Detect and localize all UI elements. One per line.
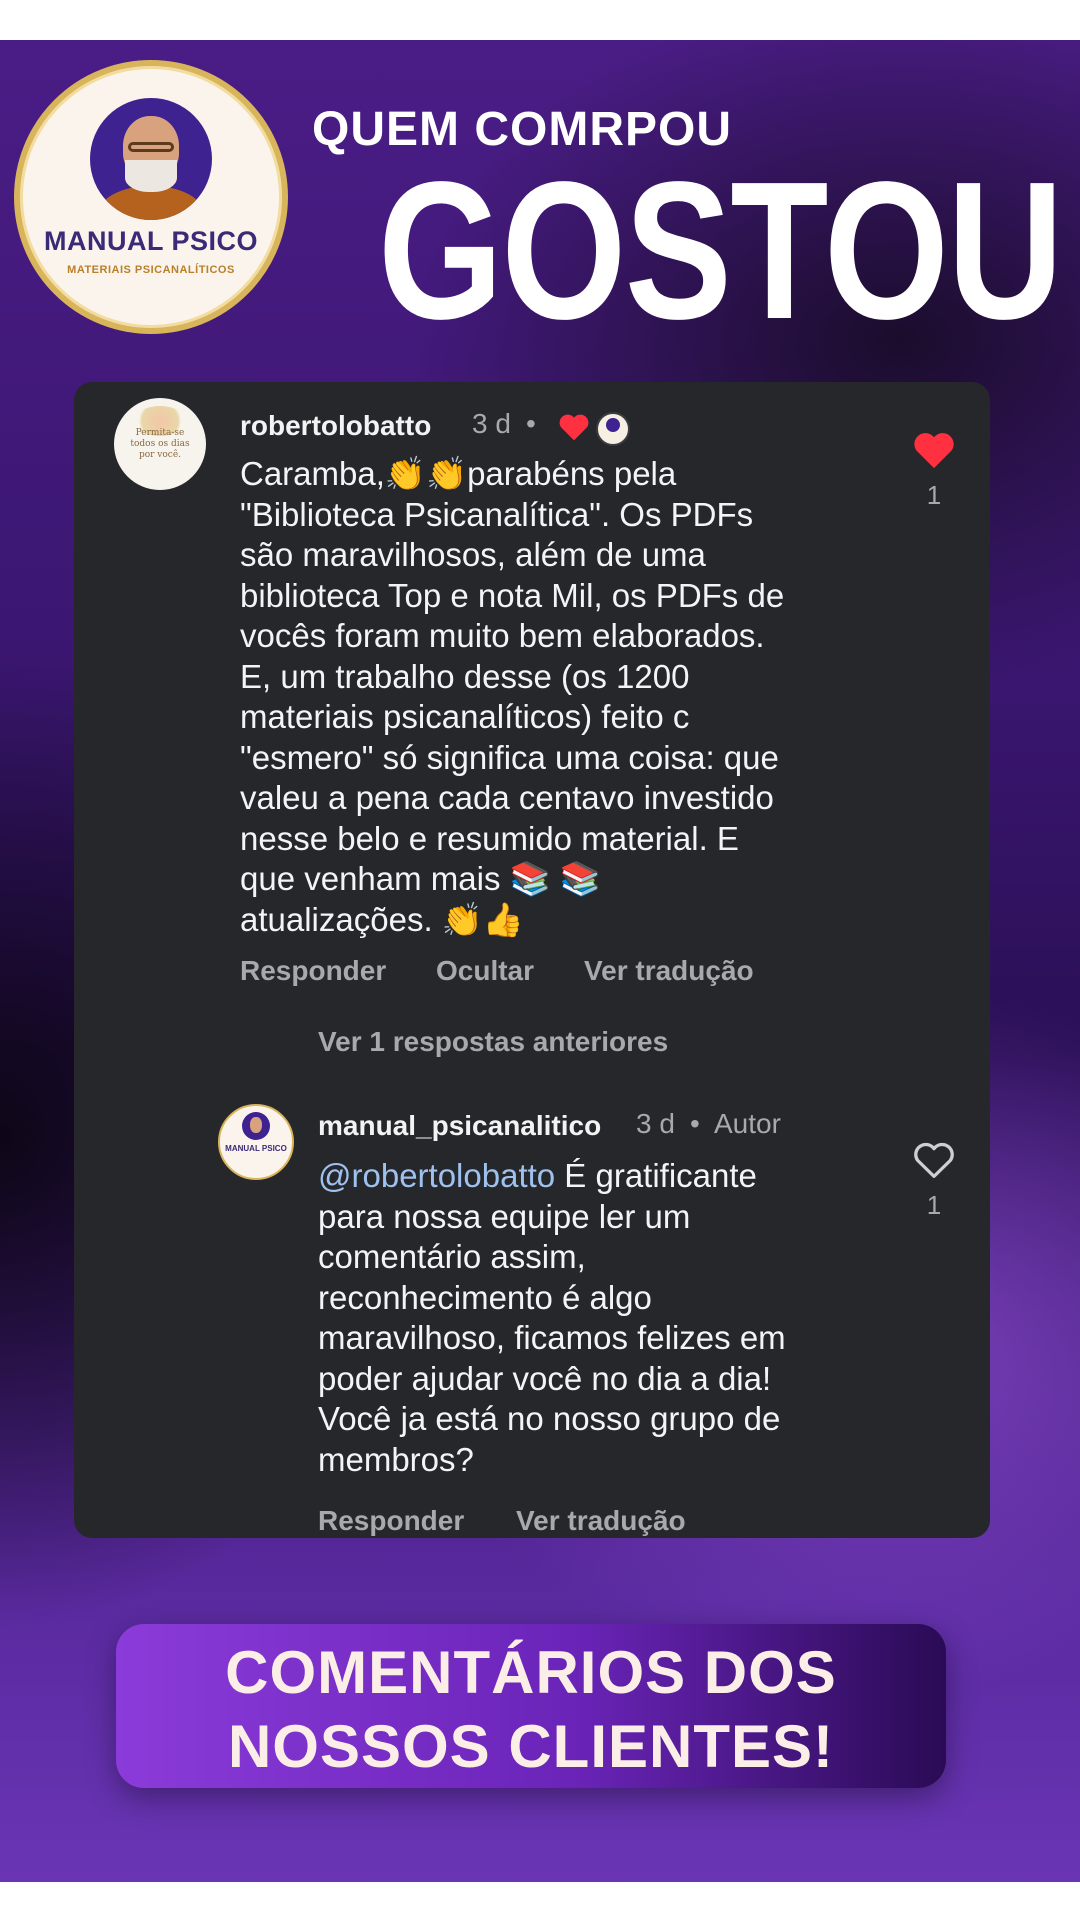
reply-like-count: 1	[926, 1190, 942, 1220]
cta-banner: COMENTÁRIOS DOS NOSSOS CLIENTES!	[116, 1624, 946, 1788]
freud-portrait-icon	[90, 98, 212, 220]
avatar-text: MANUAL PSICO	[225, 1144, 287, 1153]
reply-text: @robertolobatto É gratificante para noss…	[318, 1156, 878, 1480]
comment-like-heart-icon[interactable]	[912, 430, 956, 470]
reply-time: 3 d	[636, 1108, 675, 1139]
meta-separator: •	[690, 1108, 700, 1139]
commenter-avatar[interactable]: Permita-se todos os dias por você.	[114, 398, 206, 490]
reply-see-translation-button[interactable]: Ver tradução	[516, 1505, 686, 1537]
logo-subtitle: MATERIAIS PSICANALÍTICOS	[67, 264, 235, 276]
reply-button[interactable]: Responder	[240, 955, 386, 987]
see-translation-button[interactable]: Ver tradução	[584, 955, 754, 987]
comment-card: Permita-se todos os dias por você. rober…	[74, 382, 990, 1538]
author-mini-avatar	[596, 412, 630, 446]
avatar-text: Permita-se todos os dias por você.	[130, 428, 190, 460]
reply-like-heart-icon[interactable]	[912, 1140, 956, 1180]
hide-button[interactable]: Ocultar	[436, 955, 534, 987]
brand-logo: MANUAL PSICO MATERIAIS PSICANALÍTICOS	[14, 60, 288, 334]
meta-separator: •	[526, 408, 536, 439]
banner-line1: COMENTÁRIOS DOS	[225, 1639, 837, 1706]
author-liked-heart-icon	[559, 414, 589, 441]
promo-poster: MANUAL PSICO MATERIAIS PSICANALÍTICOS QU…	[0, 40, 1080, 1882]
headline-line2: GOSTOU	[378, 141, 1063, 360]
reply-username[interactable]: manual_psicanalitico	[318, 1110, 601, 1142]
comment-time: 3 d	[472, 408, 511, 439]
commenter-username[interactable]: robertolobatto	[240, 410, 431, 442]
logo-brand-name: MANUAL PSICO	[43, 226, 258, 256]
comment-like-count: 1	[926, 480, 942, 510]
reply-reply-button[interactable]: Responder	[318, 1505, 464, 1537]
comment-text: Caramba,👏👏parabéns pela "Biblioteca Psic…	[240, 455, 785, 938]
mention-link[interactable]: @robertolobatto	[318, 1157, 555, 1194]
view-previous-replies-link[interactable]: Ver 1 respostas anteriores	[318, 1026, 668, 1058]
reply-author-avatar[interactable]: MANUAL PSICO	[218, 1104, 294, 1180]
banner-line2: NOSSOS CLIENTES!	[227, 1713, 835, 1780]
author-badge: Autor	[714, 1108, 781, 1139]
reply-body: É gratificante para nossa equipe ler um …	[318, 1157, 786, 1478]
